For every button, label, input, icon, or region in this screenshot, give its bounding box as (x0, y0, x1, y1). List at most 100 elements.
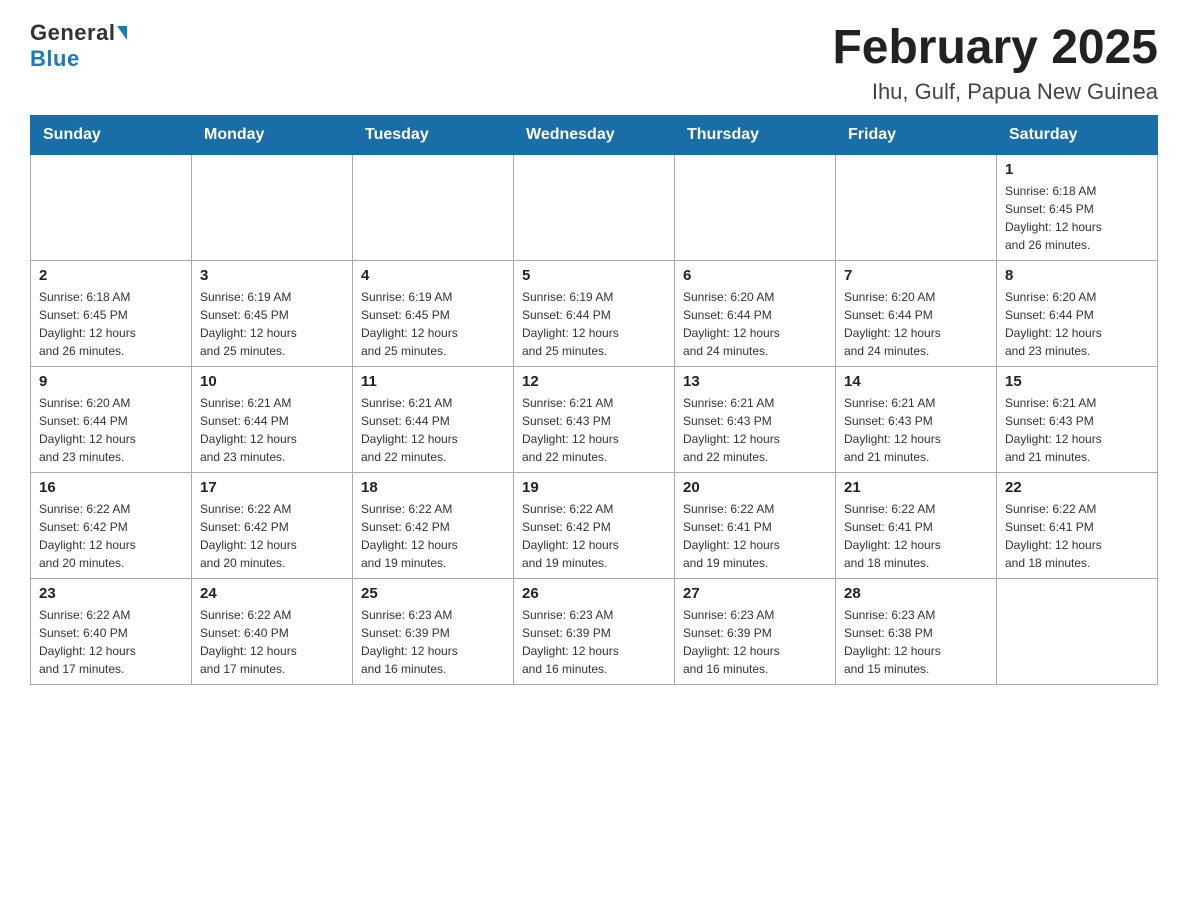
day-info: Sunrise: 6:20 AM Sunset: 6:44 PM Dayligh… (1005, 288, 1149, 360)
day-info: Sunrise: 6:23 AM Sunset: 6:39 PM Dayligh… (522, 606, 666, 678)
day-number: 14 (844, 373, 988, 390)
calendar-cell: 28 Sunrise: 6:23 AM Sunset: 6:38 PM Dayli… (836, 579, 997, 685)
calendar-cell (675, 155, 836, 261)
day-info: Sunrise: 6:18 AM Sunset: 6:45 PM Dayligh… (1005, 182, 1149, 254)
day-info: Sunrise: 6:21 AM Sunset: 6:44 PM Dayligh… (361, 394, 505, 466)
calendar-cell: 16 Sunrise: 6:22 AM Sunset: 6:42 PM Dayli… (31, 473, 192, 579)
calendar-cell: 23 Sunrise: 6:22 AM Sunset: 6:40 PM Dayli… (31, 579, 192, 685)
day-info: Sunrise: 6:19 AM Sunset: 6:45 PM Dayligh… (200, 288, 344, 360)
day-info: Sunrise: 6:20 AM Sunset: 6:44 PM Dayligh… (683, 288, 827, 360)
day-number: 17 (200, 479, 344, 496)
calendar-cell: 21 Sunrise: 6:22 AM Sunset: 6:41 PM Dayli… (836, 473, 997, 579)
calendar-cell: 14 Sunrise: 6:21 AM Sunset: 6:43 PM Dayli… (836, 367, 997, 473)
day-info: Sunrise: 6:20 AM Sunset: 6:44 PM Dayligh… (844, 288, 988, 360)
day-number: 8 (1005, 267, 1149, 284)
day-info: Sunrise: 6:19 AM Sunset: 6:44 PM Dayligh… (522, 288, 666, 360)
calendar-cell: 22Sunrise: 6:22 AM Sunset: 6:41 PM Dayli… (997, 473, 1158, 579)
calendar-cell (514, 155, 675, 261)
day-info: Sunrise: 6:22 AM Sunset: 6:42 PM Dayligh… (39, 500, 183, 572)
day-number: 28 (844, 585, 988, 602)
col-sunday: Sunday (31, 116, 192, 155)
day-number: 25 (361, 585, 505, 602)
title-block: February 2025 Ihu, Gulf, Papua New Guine… (832, 20, 1158, 105)
calendar-table: Sunday Monday Tuesday Wednesday Thursday… (30, 115, 1158, 685)
day-info: Sunrise: 6:23 AM Sunset: 6:38 PM Dayligh… (844, 606, 988, 678)
day-info: Sunrise: 6:22 AM Sunset: 6:40 PM Dayligh… (39, 606, 183, 678)
week-row-5: 23 Sunrise: 6:22 AM Sunset: 6:40 PM Dayli… (31, 579, 1158, 685)
calendar-cell (836, 155, 997, 261)
day-info: Sunrise: 6:22 AM Sunset: 6:41 PM Dayligh… (844, 500, 988, 572)
calendar-cell: 10Sunrise: 6:21 AM Sunset: 6:44 PM Dayli… (192, 367, 353, 473)
col-thursday: Thursday (675, 116, 836, 155)
day-number: 27 (683, 585, 827, 602)
calendar-cell: 20 Sunrise: 6:22 AM Sunset: 6:41 PM Dayli… (675, 473, 836, 579)
day-number: 6 (683, 267, 827, 284)
calendar-cell: 19 Sunrise: 6:22 AM Sunset: 6:42 PM Dayli… (514, 473, 675, 579)
logo-blue-text: Blue (30, 46, 80, 71)
day-number: 23 (39, 585, 183, 602)
logo-arrow-icon (117, 26, 127, 40)
day-number: 19 (522, 479, 666, 496)
day-info: Sunrise: 6:19 AM Sunset: 6:45 PM Dayligh… (361, 288, 505, 360)
day-number: 3 (200, 267, 344, 284)
calendar-cell: 2 Sunrise: 6:18 AM Sunset: 6:45 PM Daylig… (31, 261, 192, 367)
calendar-subtitle: Ihu, Gulf, Papua New Guinea (832, 79, 1158, 105)
day-number: 13 (683, 373, 827, 390)
day-info: Sunrise: 6:22 AM Sunset: 6:42 PM Dayligh… (200, 500, 344, 572)
day-number: 20 (683, 479, 827, 496)
day-number: 4 (361, 267, 505, 284)
col-saturday: Saturday (997, 116, 1158, 155)
calendar-cell (353, 155, 514, 261)
week-row-2: 2 Sunrise: 6:18 AM Sunset: 6:45 PM Daylig… (31, 261, 1158, 367)
calendar-cell: 25 Sunrise: 6:23 AM Sunset: 6:39 PM Dayli… (353, 579, 514, 685)
day-number: 18 (361, 479, 505, 496)
day-info: Sunrise: 6:23 AM Sunset: 6:39 PM Dayligh… (361, 606, 505, 678)
calendar-cell: 7Sunrise: 6:20 AM Sunset: 6:44 PM Daylig… (836, 261, 997, 367)
col-tuesday: Tuesday (353, 116, 514, 155)
calendar-cell: 12 Sunrise: 6:21 AM Sunset: 6:43 PM Dayli… (514, 367, 675, 473)
logo: General Blue (30, 20, 127, 72)
calendar-cell: 24 Sunrise: 6:22 AM Sunset: 6:40 PM Dayli… (192, 579, 353, 685)
week-row-4: 16 Sunrise: 6:22 AM Sunset: 6:42 PM Dayli… (31, 473, 1158, 579)
day-number: 21 (844, 479, 988, 496)
calendar-cell (192, 155, 353, 261)
day-info: Sunrise: 6:22 AM Sunset: 6:42 PM Dayligh… (361, 500, 505, 572)
calendar-title: February 2025 (832, 20, 1158, 75)
day-info: Sunrise: 6:22 AM Sunset: 6:41 PM Dayligh… (683, 500, 827, 572)
day-number: 22 (1005, 479, 1149, 496)
weekday-header-row: Sunday Monday Tuesday Wednesday Thursday… (31, 116, 1158, 155)
calendar-cell: 6 Sunrise: 6:20 AM Sunset: 6:44 PM Daylig… (675, 261, 836, 367)
day-number: 5 (522, 267, 666, 284)
day-number: 2 (39, 267, 183, 284)
day-info: Sunrise: 6:21 AM Sunset: 6:43 PM Dayligh… (522, 394, 666, 466)
day-number: 26 (522, 585, 666, 602)
calendar-cell (31, 155, 192, 261)
calendar-cell: 5 Sunrise: 6:19 AM Sunset: 6:44 PM Daylig… (514, 261, 675, 367)
day-info: Sunrise: 6:22 AM Sunset: 6:42 PM Dayligh… (522, 500, 666, 572)
col-friday: Friday (836, 116, 997, 155)
day-info: Sunrise: 6:23 AM Sunset: 6:39 PM Dayligh… (683, 606, 827, 678)
week-row-1: 1 Sunrise: 6:18 AM Sunset: 6:45 PM Daylig… (31, 155, 1158, 261)
calendar-cell: 9 Sunrise: 6:20 AM Sunset: 6:44 PM Daylig… (31, 367, 192, 473)
day-info: Sunrise: 6:21 AM Sunset: 6:43 PM Dayligh… (844, 394, 988, 466)
day-number: 1 (1005, 161, 1149, 178)
day-number: 9 (39, 373, 183, 390)
col-wednesday: Wednesday (514, 116, 675, 155)
calendar-cell: 15Sunrise: 6:21 AM Sunset: 6:43 PM Dayli… (997, 367, 1158, 473)
day-info: Sunrise: 6:18 AM Sunset: 6:45 PM Dayligh… (39, 288, 183, 360)
calendar-cell (997, 579, 1158, 685)
calendar-cell: 13 Sunrise: 6:21 AM Sunset: 6:43 PM Dayli… (675, 367, 836, 473)
day-info: Sunrise: 6:22 AM Sunset: 6:40 PM Dayligh… (200, 606, 344, 678)
day-info: Sunrise: 6:21 AM Sunset: 6:43 PM Dayligh… (683, 394, 827, 466)
day-number: 16 (39, 479, 183, 496)
day-info: Sunrise: 6:21 AM Sunset: 6:43 PM Dayligh… (1005, 394, 1149, 466)
day-number: 10 (200, 373, 344, 390)
day-number: 12 (522, 373, 666, 390)
day-number: 24 (200, 585, 344, 602)
calendar-cell: 27 Sunrise: 6:23 AM Sunset: 6:39 PM Dayli… (675, 579, 836, 685)
day-number: 11 (361, 373, 505, 390)
logo-general-text: General (30, 20, 115, 46)
day-info: Sunrise: 6:20 AM Sunset: 6:44 PM Dayligh… (39, 394, 183, 466)
calendar-cell: 1 Sunrise: 6:18 AM Sunset: 6:45 PM Daylig… (997, 155, 1158, 261)
calendar-cell: 26 Sunrise: 6:23 AM Sunset: 6:39 PM Dayli… (514, 579, 675, 685)
